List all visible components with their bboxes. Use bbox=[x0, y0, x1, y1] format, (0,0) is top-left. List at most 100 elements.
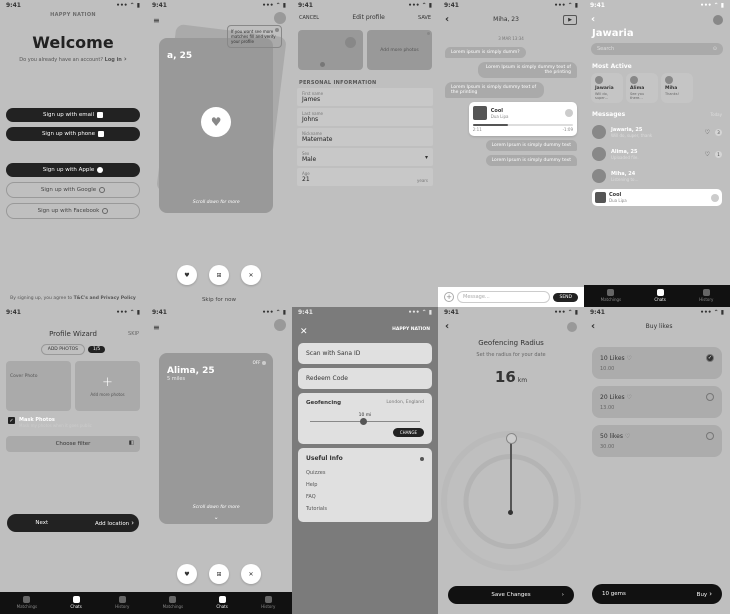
section-messages: Messages bbox=[592, 111, 625, 118]
message-in: Lorem ipsum is simply dumm? bbox=[445, 47, 526, 58]
message-out: Lorem Ipsum is simply dummy text bbox=[486, 155, 577, 166]
send-button[interactable]: SEND bbox=[553, 293, 578, 302]
cover-photo-slot[interactable]: Cover Photo bbox=[6, 361, 71, 411]
scan-sana-button[interactable]: Scan with Sana ID bbox=[298, 343, 432, 364]
cancel-button[interactable]: CANCEL bbox=[299, 15, 319, 21]
menu-icon[interactable]: ≡ bbox=[153, 16, 160, 25]
likes-option-20[interactable]: 20 Likes13.00 bbox=[592, 386, 722, 418]
section-title: PERSONAL INFORMATION bbox=[292, 76, 438, 88]
match-card[interactable]: OFF Alima, 25 5 miles Scroll down for mo… bbox=[159, 353, 273, 524]
status-badge: OFF bbox=[253, 360, 267, 365]
likes-option-10[interactable]: 10 Likes10.00 bbox=[592, 347, 722, 379]
avatar[interactable] bbox=[567, 322, 577, 332]
gift-button[interactable]: ⊞ bbox=[209, 564, 229, 584]
signup-phone-button[interactable]: Sign up with phone bbox=[6, 127, 140, 141]
buy-button[interactable]: 10 gemsBuy bbox=[592, 584, 722, 604]
profile-photo-1[interactable] bbox=[298, 30, 363, 70]
back-button[interactable] bbox=[445, 321, 449, 332]
choose-filter-button[interactable]: Choose filter◧ bbox=[6, 436, 140, 452]
avatar[interactable] bbox=[713, 15, 723, 25]
last-name-field[interactable]: Last nameJohns bbox=[297, 108, 433, 126]
sex-select[interactable]: SexMale bbox=[297, 148, 433, 166]
gift-button[interactable]: ⊞ bbox=[209, 265, 229, 285]
message-input[interactable]: Message... bbox=[457, 291, 550, 303]
login-link[interactable]: Log in bbox=[105, 57, 127, 63]
skip-link[interactable]: Skip for now bbox=[146, 293, 292, 307]
message-row[interactable]: Alima, 25Uploaded file.♡1 bbox=[584, 143, 730, 165]
avatar[interactable] bbox=[274, 319, 286, 331]
video-button[interactable] bbox=[563, 15, 577, 25]
now-playing[interactable]: CoolDua Lipa bbox=[592, 189, 722, 206]
message-out: Lorem Ipsum is simply dummy text bbox=[486, 140, 577, 151]
terms-link[interactable]: T&C's and Privacy Policy bbox=[74, 296, 136, 301]
signup-google-button[interactable]: Sign up with Google bbox=[6, 182, 140, 198]
skip-button[interactable]: SKIP bbox=[128, 331, 139, 337]
next-button[interactable]: NextAdd location bbox=[7, 514, 139, 532]
back-button[interactable] bbox=[445, 14, 449, 25]
music-card[interactable]: CoolDua Lipa 2:11-1:09 bbox=[469, 102, 577, 136]
tab-chats[interactable]: Chats bbox=[216, 596, 227, 609]
close-button[interactable]: ✕ bbox=[300, 327, 308, 337]
radio[interactable] bbox=[706, 393, 714, 401]
first-name-field[interactable]: First nameJames bbox=[297, 88, 433, 106]
reject-button[interactable]: ✕ bbox=[241, 564, 261, 584]
tab-matchings[interactable]: Matchings bbox=[163, 596, 183, 609]
match-card[interactable]: a, 25 Scroll down for more bbox=[159, 38, 273, 213]
play-icon[interactable] bbox=[565, 109, 573, 117]
menu-icon[interactable]: ≡ bbox=[153, 323, 160, 332]
tab-history[interactable]: History bbox=[261, 596, 275, 609]
tab-history[interactable]: History bbox=[115, 596, 129, 609]
progress-bar[interactable] bbox=[473, 124, 573, 126]
reject-button[interactable]: ✕ bbox=[241, 265, 261, 285]
quizzes-link[interactable]: Quizzes bbox=[306, 467, 424, 479]
status-bar: 9:41•••⌃▮ bbox=[584, 307, 730, 318]
tab-chats[interactable]: Chats bbox=[70, 596, 81, 609]
tab-history[interactable]: History bbox=[699, 289, 713, 302]
save-button[interactable]: SAVE bbox=[418, 15, 431, 21]
page-title: Jawaria bbox=[584, 28, 730, 43]
age-field[interactable]: Age21years bbox=[297, 168, 433, 186]
likes-option-50[interactable]: 50 likes30.00 bbox=[592, 425, 722, 457]
like-button[interactable]: ♥ bbox=[177, 265, 197, 285]
tutorials-link[interactable]: Tutorials bbox=[306, 503, 424, 515]
signup-email-button[interactable]: Sign up with email bbox=[6, 108, 140, 122]
save-button[interactable]: Save Changes bbox=[448, 586, 574, 604]
active-user-card[interactable]: MihaThanks! bbox=[661, 73, 693, 103]
back-button[interactable] bbox=[591, 14, 595, 25]
play-icon[interactable] bbox=[711, 194, 719, 202]
mask-checkbox[interactable]: ✓ bbox=[8, 417, 15, 424]
tab-matchings[interactable]: Matchings bbox=[601, 289, 621, 302]
match-name: Alima, 25 bbox=[167, 366, 265, 376]
avatar[interactable] bbox=[274, 12, 286, 24]
search-input[interactable]: Search⊙ bbox=[591, 43, 723, 55]
faq-link[interactable]: FAQ bbox=[306, 491, 424, 503]
attach-button[interactable]: + bbox=[444, 292, 454, 302]
change-button[interactable]: CHANGE bbox=[393, 428, 424, 437]
back-button[interactable] bbox=[591, 321, 595, 332]
message-row[interactable]: Jawaria, 25Will do, super, thank♡3 bbox=[584, 121, 730, 143]
signup-facebook-button[interactable]: Sign up with Facebook bbox=[6, 203, 140, 219]
add-photos-button[interactable]: ADD PHOTOS bbox=[41, 344, 85, 355]
tab-chats[interactable]: Chats bbox=[654, 289, 665, 302]
add-photo-slot[interactable]: Add more photos bbox=[367, 30, 432, 70]
album-cover bbox=[473, 106, 487, 120]
redeem-code-button[interactable]: Redeem Code bbox=[298, 368, 432, 389]
message-row[interactable]: Miha, 24Listening to… bbox=[584, 165, 730, 187]
radio-selected[interactable] bbox=[706, 354, 714, 362]
help-link[interactable]: Help bbox=[306, 479, 424, 491]
status-bar: 9:41•••⌃▮ bbox=[146, 0, 292, 11]
google-icon bbox=[99, 187, 105, 193]
tab-matchings[interactable]: Matchings bbox=[17, 596, 37, 609]
tip-close-icon[interactable] bbox=[275, 28, 279, 32]
filter-icon[interactable]: ⊙ bbox=[713, 46, 717, 52]
radius-dial[interactable] bbox=[438, 396, 584, 580]
timestamp: 3 MAR 13:34 bbox=[445, 36, 577, 41]
like-button[interactable]: ♥ bbox=[177, 564, 197, 584]
active-user-card[interactable]: AlimaSee you there… bbox=[626, 73, 658, 103]
signup-apple-button[interactable]: Sign up with Apple bbox=[6, 163, 140, 177]
geofence-slider[interactable] bbox=[310, 421, 420, 422]
radio[interactable] bbox=[706, 432, 714, 440]
add-photo-slot[interactable]: +Add more photos bbox=[75, 361, 140, 411]
active-user-card[interactable]: JawariaWill do, super… bbox=[591, 73, 623, 103]
nickname-field[interactable]: NicknameMatemate bbox=[297, 128, 433, 146]
